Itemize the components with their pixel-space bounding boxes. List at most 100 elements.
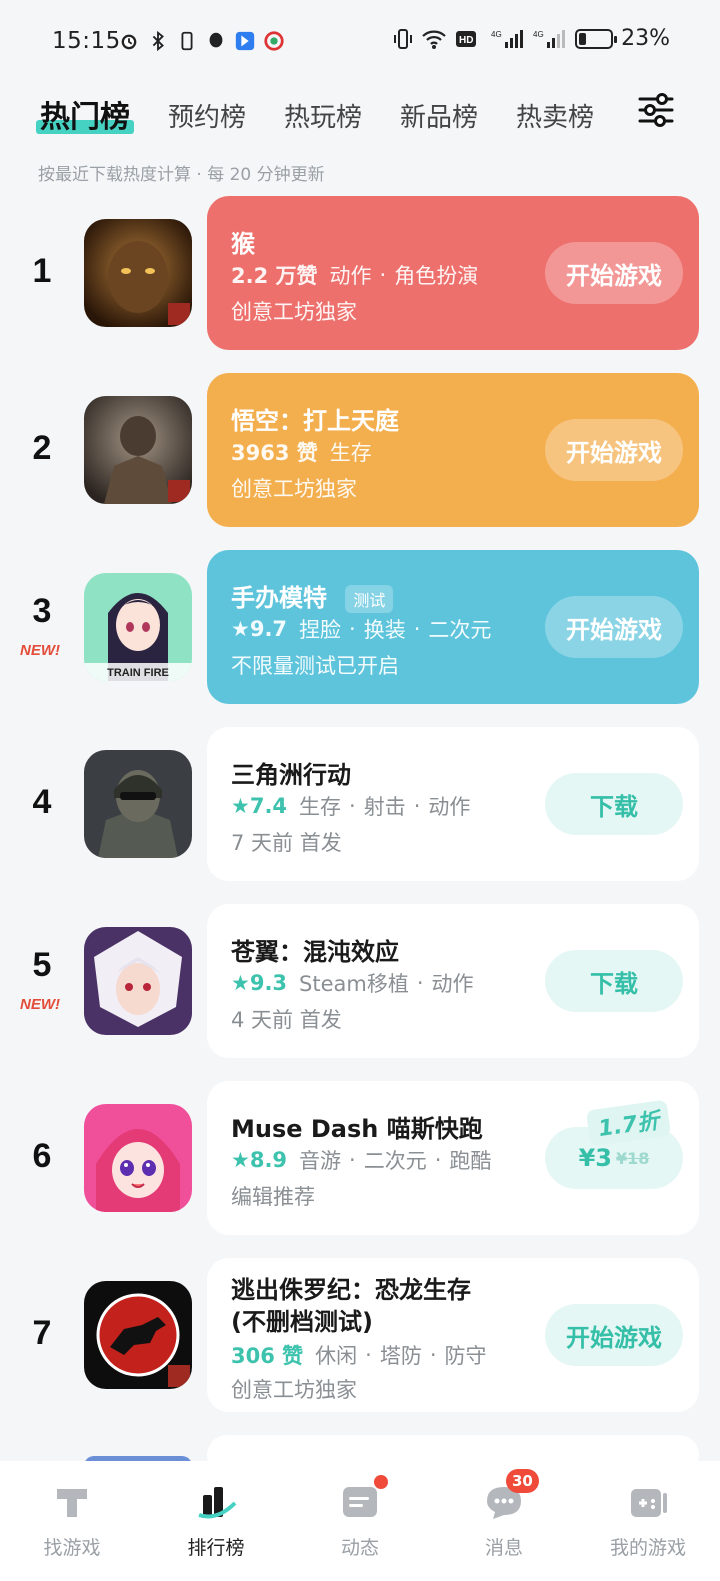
game-card[interactable]: 悟空：打上天庭 3963 赞 生存 创意工坊独家 开始游戏 <box>207 373 699 527</box>
game-score: ★8.9 <box>231 1148 288 1172</box>
game-tag: 音游 <box>299 1149 342 1173</box>
discount-badge: 1.7折 <box>585 1099 672 1147</box>
vibrate-battery-icon <box>181 31 193 51</box>
game-tag: 捏脸 <box>299 618 342 642</box>
game-subtitle: 4 天前 首发 <box>231 1008 342 1032</box>
find-games-icon <box>57 1489 87 1517</box>
tab-hot-play[interactable]: 热玩榜 <box>284 98 362 138</box>
alarm-icon <box>121 34 137 50</box>
new-badge: NEW! <box>20 996 60 1013</box>
nav-label: 排行榜 <box>187 1537 245 1559</box>
ranking-subtitle: 按最近下载热度计算 · 每 20 分钟更新 <box>38 165 325 185</box>
rank-number: 5 <box>32 946 52 984</box>
signal-4g-icon-2: 4G <box>533 29 566 48</box>
game-title: 苍翼：混沌效应 <box>231 938 399 966</box>
game-tag: 防守 <box>444 1344 487 1368</box>
new-badge: NEW! <box>20 642 60 659</box>
vibrate-icon <box>394 28 413 49</box>
game-tag: 射击 <box>363 795 406 819</box>
nav-ranking[interactable]: 排行榜 <box>144 1461 288 1581</box>
game-title: 逃出侏罗纪：恐龙生存 <box>231 1276 471 1304</box>
battery-percent: 23% <box>621 26 670 51</box>
app-notification-icon <box>235 31 255 51</box>
game-subtitle: 7 天前 首发 <box>231 831 342 855</box>
bluetooth-icon <box>152 30 164 52</box>
my-games-icon <box>631 1489 667 1517</box>
rank-number: 3 <box>32 592 52 630</box>
feed-icon <box>343 1487 377 1517</box>
game-title: 三角洲行动 <box>231 761 351 789</box>
anime-girl-thumbnail: TRAIN FIRE <box>84 573 192 681</box>
tab-new[interactable]: 新品榜 <box>400 98 478 138</box>
game-tag: Steam移植 <box>299 972 409 996</box>
list-item[interactable]: 6 Muse Dash 喵斯快跑 ★8.9 音游 · 二次元 · 跑酷 编辑推荐… <box>0 1081 720 1235</box>
original-price: ¥18 <box>616 1148 650 1168</box>
thumb-caption: TRAIN FIRE <box>107 667 169 679</box>
game-title: 猴 <box>231 230 255 258</box>
play-button[interactable]: 开始游戏 <box>545 596 683 658</box>
rank-number: 1 <box>32 252 52 290</box>
ranking-tabs: 热门榜 预约榜 热玩榜 新品榜 热卖榜 <box>36 88 632 138</box>
game-tag: 生存 <box>329 441 372 465</box>
game-tag: 跑酷 <box>449 1149 492 1173</box>
game-tag: 角色扮演 <box>394 264 479 288</box>
nav-my-games[interactable]: 我的游戏 <box>576 1461 720 1581</box>
wifi-icon <box>422 30 446 49</box>
test-badge: 测试 <box>345 585 394 613</box>
play-button[interactable]: 开始游戏 <box>545 242 683 304</box>
status-bar: 15:15 HD 4G 4G 23% <box>0 0 720 84</box>
game-subtitle: 创意工坊独家 <box>231 1378 357 1402</box>
game-card[interactable]: 猴 2.2 万赞 动作 · 角色扮演 创意工坊独家 开始游戏 <box>207 196 699 350</box>
tab-best-selling[interactable]: 热卖榜 <box>516 98 594 138</box>
play-button[interactable]: 开始游戏 <box>545 419 683 481</box>
buy-button[interactable]: ¥3 ¥18 1.7折 <box>545 1099 683 1189</box>
game-subtitle: 创意工坊独家 <box>231 300 357 324</box>
tab-hot[interactable]: 热门榜 <box>36 98 134 138</box>
nav-label: 消息 <box>484 1537 523 1559</box>
list-item[interactable]: 4 三角洲行动 ★7.4 生存 · 射击 · 动作 7 天前 首发 下载 <box>0 727 720 881</box>
nav-feed[interactable]: 动态 <box>288 1461 432 1581</box>
nav-messages[interactable]: 30 消息 <box>432 1461 576 1581</box>
notification-dot <box>374 1475 388 1489</box>
nav-label: 动态 <box>340 1537 379 1559</box>
game-tag: 生存 <box>299 795 342 819</box>
game-title: 手办模特 <box>231 584 327 612</box>
game-tag: 二次元 <box>428 618 492 642</box>
list-item[interactable]: 1 猴 2.2 万赞 动作 · 角色扮演 创意工坊独家 开始游戏 <box>0 196 720 350</box>
svg-text:HD: HD <box>459 35 473 46</box>
game-subtitle: 创意工坊独家 <box>231 477 357 501</box>
game-card[interactable]: 苍翼：混沌效应 ★9.3 Steam移植 · 动作 4 天前 首发 下载 <box>207 904 699 1058</box>
game-score: 3963 赞 <box>231 441 318 465</box>
list-item[interactable]: 7 逃出侏罗纪：恐龙生存 (不删档测试) 306 赞 休闲 · 塔防 · 防守 … <box>0 1258 720 1412</box>
game-tag: 休闲 <box>315 1344 358 1368</box>
pink-hair-girl-thumbnail <box>84 1104 192 1212</box>
list-item[interactable]: 3 NEW! TRAIN FIRE 手办模特 测试 ★9.7 捏脸 · 换装 ·… <box>0 550 720 704</box>
message-count-badge: 30 <box>506 1469 539 1493</box>
game-tag: 换装 <box>363 618 406 642</box>
game-card[interactable]: 逃出侏罗纪：恐龙生存 (不删档测试) 306 赞 休闲 · 塔防 · 防守 创意… <box>207 1258 699 1412</box>
download-button[interactable]: 下载 <box>545 950 683 1012</box>
rank-number: 4 <box>32 783 52 821</box>
game-subtitle: 不限量测试已开启 <box>231 654 399 678</box>
nav-find-games[interactable]: 找游戏 <box>0 1461 144 1581</box>
play-button[interactable]: 开始游戏 <box>545 1304 683 1366</box>
ranking-icon <box>198 1487 237 1519</box>
tab-reservation[interactable]: 预约榜 <box>168 98 246 138</box>
game-tag: 塔防 <box>379 1344 422 1368</box>
status-time: 15:15 <box>52 28 121 54</box>
filter-settings-icon[interactable] <box>636 90 676 130</box>
game-title: Muse Dash 喵斯快跑 <box>231 1115 483 1143</box>
game-card[interactable]: 三角洲行动 ★7.4 生存 · 射击 · 动作 7 天前 首发 下载 <box>207 727 699 881</box>
rank-number: 7 <box>32 1314 52 1352</box>
nav-label: 我的游戏 <box>609 1537 686 1559</box>
game-tag: 二次元 <box>363 1149 427 1173</box>
download-button[interactable]: 下载 <box>545 773 683 835</box>
game-card[interactable]: Muse Dash 喵斯快跑 ★8.9 音游 · 二次元 · 跑酷 编辑推荐 ¥… <box>207 1081 699 1235</box>
battery-icon <box>575 28 618 49</box>
game-title-line2: (不删档测试) <box>231 1308 373 1336</box>
list-item[interactable]: 5 NEW! 苍翼：混沌效应 ★9.3 Steam移植 · 动作 4 天前 首发… <box>0 904 720 1058</box>
list-item[interactable]: 2 悟空：打上天庭 3963 赞 生存 创意工坊独家 开始游戏 <box>0 373 720 527</box>
app-notification-icon-2 <box>264 31 284 51</box>
signal-4g-icon: 4G <box>491 29 524 48</box>
game-card[interactable]: 手办模特 测试 ★9.7 捏脸 · 换装 · 二次元 不限量测试已开启 开始游戏 <box>207 550 699 704</box>
